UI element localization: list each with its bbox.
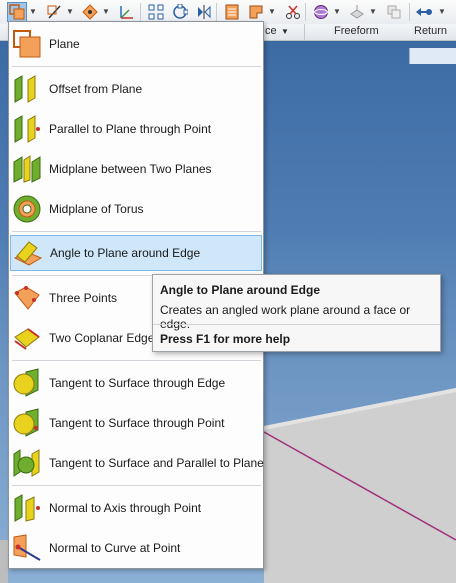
sphere-icon [314, 5, 328, 19]
shape-button[interactable] [246, 2, 266, 22]
work-plane-dropdown-arrow[interactable]: ▼ [29, 8, 37, 16]
midplane-torus-icon [13, 195, 41, 223]
plane-icon [13, 30, 41, 58]
menu-item-angle-to-plane-around-edge[interactable]: Angle to Plane around Edge [10, 235, 262, 271]
axis-icon [47, 5, 61, 19]
shape-icon [249, 5, 263, 19]
menu-item-midplane-of-torus[interactable]: Midplane of Torus [10, 191, 262, 227]
circular-pattern-icon [173, 4, 188, 19]
return-panel-tab [409, 48, 456, 64]
return-dropdown-arrow[interactable]: ▼ [438, 8, 446, 16]
rectangular-pattern-button[interactable] [146, 2, 166, 22]
convert-button[interactable] [384, 2, 404, 22]
offset-plane-icon [14, 75, 36, 103]
tangent-surface-parallel-icon [13, 449, 40, 477]
work-axis-dropdown-arrow[interactable]: ▼ [66, 8, 74, 16]
point-icon [82, 4, 98, 20]
panel-label-return: Return [414, 25, 448, 37]
menu-item-tangent-to-surface-and-parallel-to-plane[interactable]: Tangent to Surface and Parallel to Plane [10, 445, 264, 481]
tooltip-title: Angle to Plane around Edge [160, 283, 321, 297]
mirror-icon [198, 5, 211, 19]
parallel-plane-point-icon [14, 115, 40, 143]
panel-dropdown-arrow[interactable]: ▼ [281, 27, 289, 36]
menu-item-midplane-between-two-planes[interactable]: Midplane between Two Planes [10, 151, 262, 187]
ucs-button[interactable] [116, 2, 136, 22]
sketch-icon [225, 4, 239, 20]
freeform-dropdown-arrow[interactable]: ▼ [369, 8, 377, 16]
tangent-surface-point-icon [13, 408, 39, 437]
circular-pattern-button[interactable] [170, 2, 190, 22]
plane-icon [9, 4, 25, 20]
work-point-button[interactable] [80, 2, 100, 22]
cut-button[interactable] [283, 2, 303, 22]
menu-item-plane[interactable]: Plane [10, 26, 262, 62]
rectangular-pattern-icon [148, 4, 164, 20]
mirror-button[interactable] [194, 2, 214, 22]
normal-axis-point-icon [14, 494, 40, 522]
two-coplanar-edges-icon [14, 328, 40, 350]
three-points-icon [14, 286, 40, 310]
ucs-icon [120, 6, 133, 19]
tangent-surface-edge-icon [13, 368, 39, 397]
midplane-two-planes-icon [13, 155, 41, 183]
convert-icon [387, 5, 401, 19]
angle-plane-edge-icon [13, 241, 43, 266]
menu-item-tangent-to-surface-through-point[interactable]: Tangent to Surface through Point [10, 405, 262, 441]
sphere-button[interactable] [311, 2, 331, 22]
sphere-dropdown-arrow[interactable]: ▼ [333, 8, 341, 16]
work-point-dropdown-arrow[interactable]: ▼ [102, 8, 110, 16]
tooltip-description: Creates an angled work plane around a fa… [160, 303, 411, 331]
panel-label-freeform: Freeform [334, 25, 379, 37]
menu-item-tangent-to-surface-through-edge[interactable]: Tangent to Surface through Edge [10, 365, 262, 401]
freeform-tool-icon [350, 5, 364, 19]
menu-item-offset-from-plane[interactable]: Offset from Plane [10, 71, 262, 107]
tooltip-help-hint: Press F1 for more help [160, 332, 291, 346]
work-plane-button[interactable] [7, 2, 27, 22]
menu-item-normal-to-axis-through-point[interactable]: Normal to Axis through Point [10, 490, 262, 526]
menu-item-parallel-to-plane-through-point[interactable]: Parallel to Plane through Point [10, 111, 262, 147]
tooltip: Angle to Plane around Edge Creates an an… [152, 274, 441, 352]
return-button[interactable] [414, 2, 434, 22]
sketch-button[interactable] [222, 2, 242, 22]
menu-item-normal-to-curve-at-point[interactable]: Normal to Curve at Point [10, 530, 262, 566]
panel-label-ce: ce [265, 25, 277, 37]
normal-curve-point-icon [13, 534, 41, 561]
work-axis-button[interactable] [44, 2, 64, 22]
return-arrow-icon [416, 8, 432, 16]
scissors-icon [286, 5, 300, 19]
shape-dropdown-arrow[interactable]: ▼ [268, 8, 276, 16]
freeform-tool-button[interactable] [347, 2, 367, 22]
